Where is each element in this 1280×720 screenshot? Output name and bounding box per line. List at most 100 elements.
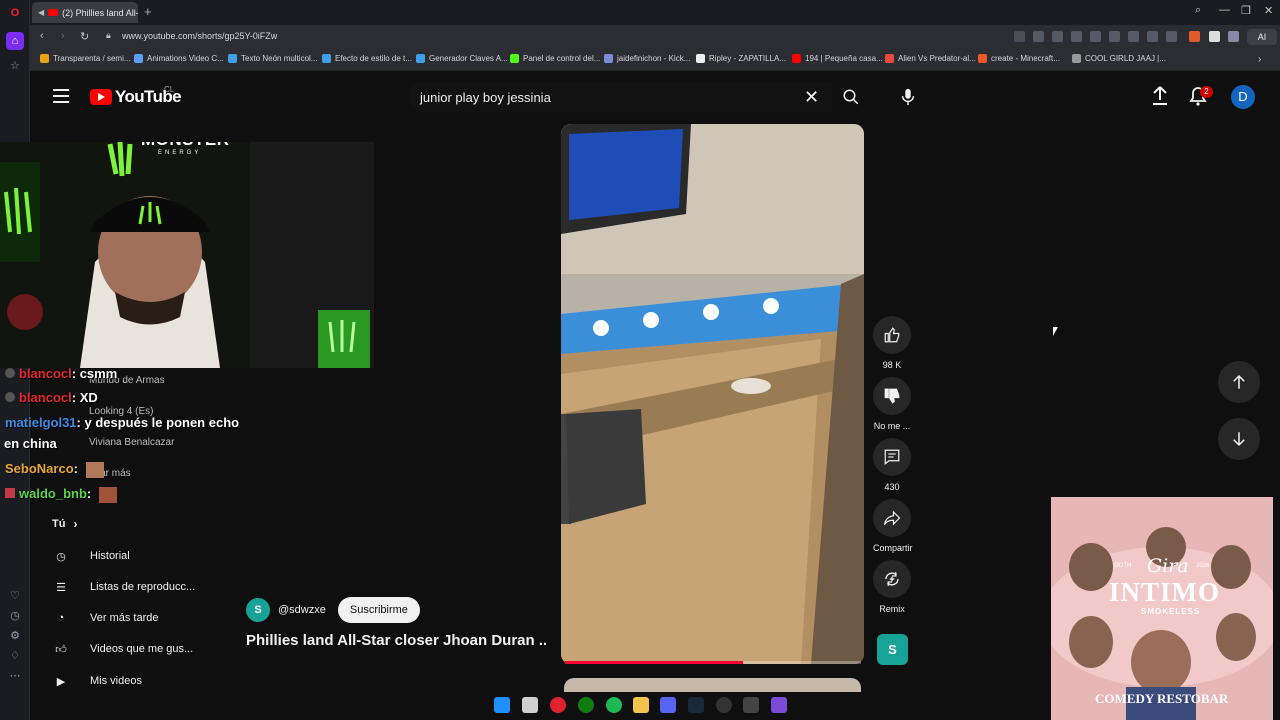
obs-icon[interactable] (716, 697, 732, 713)
chat-message: matielgol31: y después le ponen echo (5, 415, 239, 430)
bookmark-item[interactable]: Generador Claves A... (416, 54, 508, 63)
history-icon[interactable]: ◷ (6, 606, 24, 624)
opera-icon[interactable] (550, 697, 566, 713)
app-icon[interactable] (771, 697, 787, 713)
search-button[interactable] (834, 82, 868, 112)
back-icon[interactable]: ‹ (40, 30, 44, 42)
share-button[interactable] (873, 499, 911, 537)
next-short-preview[interactable] (564, 678, 861, 692)
spotify-icon[interactable] (606, 697, 622, 713)
ai-button[interactable]: AI (1247, 29, 1277, 45)
webcam-image (0, 142, 374, 368)
bookmark-icon (40, 54, 49, 63)
search-tabs-icon[interactable]: ⌕ (1195, 4, 1201, 17)
windows-start-icon[interactable] (494, 697, 510, 713)
comments-button[interactable] (873, 438, 911, 476)
emote-image (98, 486, 117, 503)
bookmark-item[interactable]: create - Minecraft... (978, 54, 1060, 63)
tab-active[interactable]: ◀ (2) Phillies land All-St (32, 2, 138, 23)
bookmark-item[interactable]: Transparenta / semi... (40, 54, 131, 63)
search-input[interactable]: junior play boy jessinia ✕ (408, 82, 832, 112)
heart-icon[interactable] (1109, 31, 1120, 42)
like-action: 98 K (873, 316, 911, 370)
you-section-header[interactable]: Tú › (52, 517, 77, 531)
chat-username: SeboNarco (5, 461, 74, 476)
chat-message: waldo_bnb: (5, 486, 117, 503)
bookmark-item[interactable]: COOL GIRLD JAAJ |... (1072, 54, 1166, 63)
extension-icon[interactable] (1209, 31, 1220, 42)
clear-search-icon[interactable]: ✕ (804, 87, 819, 108)
sidebar-item-history[interactable]: ◷ Historial (52, 547, 130, 565)
sidebar-item-liked[interactable]: 👍︎ Videos que me gus... (52, 640, 193, 658)
avatar[interactable]: D (1231, 85, 1255, 109)
bookmarks-overflow-icon[interactable]: › (1258, 54, 1261, 65)
steam-icon[interactable] (688, 697, 704, 713)
more-icon[interactable]: ⋯ (6, 666, 24, 684)
play-icon[interactable] (1090, 31, 1101, 42)
next-short-button[interactable] (1218, 418, 1260, 460)
dislike-button[interactable] (873, 377, 911, 415)
bookmark-item[interactable]: Panel de control del... (510, 54, 600, 63)
download-icon[interactable] (1128, 31, 1139, 42)
channel-avatar[interactable]: S (246, 598, 270, 622)
task-view-icon[interactable] (522, 697, 538, 713)
extension-icon[interactable] (1228, 31, 1239, 42)
close-window-button[interactable]: ✕ (1264, 4, 1273, 17)
url-field[interactable]: www.youtube.com/shorts/gp25Y-0iFZw (122, 31, 277, 41)
extension-icon[interactable] (1189, 31, 1200, 42)
clock-icon: ◔ (57, 612, 65, 624)
sponsor-brand-sub: ENERGY (158, 150, 202, 156)
menu-icon[interactable] (1147, 31, 1158, 42)
thumbs-up-icon: 👍︎ (55, 643, 67, 656)
file-explorer-icon[interactable] (633, 697, 649, 713)
settings-app-icon[interactable] (743, 697, 759, 713)
bookmark-item[interactable]: Ripley - ZAPATILLA... (696, 54, 786, 63)
chat-username: blancocl (19, 390, 72, 405)
bookmark-item[interactable]: jaidefinichon - Kick... (604, 54, 690, 63)
new-tab-button[interactable]: + (144, 4, 152, 19)
remix-button[interactable] (873, 560, 911, 598)
bookmark-item[interactable]: Efecto de estilo de t... (322, 54, 412, 63)
short-title[interactable]: Phillies land All-Star closer Jhoan Dura… (246, 632, 546, 649)
bookmarks-bar: Transparenta / semi... Animations Video … (30, 49, 1280, 71)
heart-icon[interactable]: ♡ (6, 586, 24, 604)
upload-icon (1153, 86, 1167, 105)
short-video-player[interactable] (561, 124, 864, 664)
like-button[interactable] (873, 316, 911, 354)
sidebar-item-watch-later[interactable]: ◔ Ver más tarde (52, 609, 159, 627)
profile-icon[interactable] (1166, 31, 1177, 42)
discord-icon[interactable] (660, 697, 676, 713)
opera-menu-icon[interactable]: O (6, 4, 24, 22)
settings-icon[interactable]: ⚙ (6, 626, 24, 644)
bookmark-item[interactable]: Alien Vs Predator-al... (885, 54, 976, 63)
chat-text: : csmm (71, 366, 118, 381)
voice-search-button[interactable] (892, 81, 924, 113)
my-videos-icon: ▶ (56, 675, 66, 688)
bookmark-item[interactable]: Texto Neón multicol... (228, 54, 317, 63)
comment-count: 430 (884, 482, 900, 492)
extension-icon[interactable] (1033, 31, 1044, 42)
sound-source-avatar[interactable]: S (877, 634, 908, 665)
channel-name[interactable]: @sdwzxe (278, 604, 326, 616)
star-icon[interactable]: ☆ (6, 56, 24, 74)
video-progress-bar[interactable] (565, 661, 861, 664)
minimize-button[interactable]: — (1219, 4, 1230, 16)
hamburger-menu-icon[interactable] (53, 89, 69, 107)
extension-icon[interactable] (1014, 31, 1025, 42)
subscribe-button[interactable]: Suscribirme (337, 597, 420, 623)
bookmark-item[interactable]: Animations Video C... (134, 54, 224, 63)
upload-button[interactable] (1150, 85, 1170, 112)
bookmark-item[interactable]: 194 | Pequeña casa... (792, 54, 883, 63)
shield-icon[interactable] (1071, 31, 1082, 42)
lightbulb-icon[interactable]: ♢ (6, 646, 24, 664)
xbox-icon[interactable] (578, 697, 594, 713)
reload-icon[interactable]: ↻ (80, 30, 89, 43)
chat-text: en china (4, 436, 57, 451)
home-icon[interactable]: ⌂ (6, 32, 24, 50)
camera-icon[interactable] (1052, 31, 1063, 42)
sidebar-item-playlists[interactable]: ☰ Listas de reproducc... (52, 578, 195, 596)
sidebar-item-my-videos[interactable]: ▶ Mis videos (52, 672, 142, 690)
maximize-button[interactable]: ❐ (1241, 4, 1251, 17)
previous-short-button[interactable] (1218, 361, 1260, 403)
forward-icon[interactable]: › (61, 30, 65, 42)
